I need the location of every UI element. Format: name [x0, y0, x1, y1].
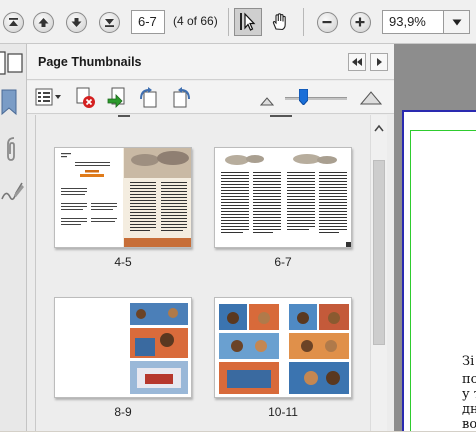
insert-pages-button[interactable] — [107, 87, 129, 109]
document-text-line: Зі — [462, 354, 475, 369]
expand-panel-button[interactable] — [370, 53, 388, 71]
thumbnail-size-slider[interactable] — [285, 97, 347, 100]
thumbnail-label: 4-5 — [114, 255, 132, 269]
zoom-out-button[interactable] — [314, 9, 340, 35]
last-page-button[interactable] — [96, 9, 122, 35]
zoom-in-button[interactable] — [347, 9, 373, 35]
select-tool-button[interactable] — [234, 8, 262, 36]
page-number-input[interactable]: 6-7 — [131, 10, 165, 34]
scroll-up-icon — [374, 124, 384, 132]
zoom-value-input[interactable]: 93,9% — [382, 10, 444, 34]
main-toolbar: 6-7 (4 of 66) 93,9% — [0, 0, 476, 44]
page-thumbnail[interactable] — [54, 297, 192, 398]
toolbar-divider — [303, 8, 304, 36]
zoom-dropdown-button[interactable] — [444, 10, 470, 34]
thumbnail-image-6-7 — [221, 154, 351, 247]
hand-tool-button[interactable] — [267, 9, 293, 35]
delete-pages-button[interactable] — [76, 87, 96, 109]
toolbar-divider — [228, 8, 229, 36]
scroll-up-button[interactable] — [374, 119, 384, 132]
thumbnail-smaller-button[interactable] — [259, 93, 275, 106]
thumbnail-label: 8-9 — [114, 405, 132, 419]
signatures-tab[interactable] — [0, 179, 26, 205]
previous-thumb-label-fragment — [118, 115, 130, 117]
last-page-icon — [98, 11, 120, 33]
document-text-line: во — [462, 417, 476, 432]
panel-title: Page Thumbnails — [38, 55, 142, 69]
previous-page-button[interactable] — [30, 9, 56, 35]
scroll-thumb[interactable] — [373, 160, 385, 345]
attachments-tab[interactable] — [0, 134, 26, 161]
delete-pages-icon — [76, 87, 95, 108]
zoom-in-icon — [349, 11, 371, 33]
attachment-icon — [7, 137, 15, 161]
zoom-out-icon — [316, 11, 338, 33]
slider-handle[interactable] — [298, 88, 309, 106]
document-text-line: у т — [462, 387, 476, 402]
thumbnail-image-10-11 — [219, 304, 349, 394]
collapse-panel-icon — [352, 58, 362, 66]
panel-header: Page Thumbnails — [27, 44, 394, 80]
page-count-label: (4 of 66) — [173, 14, 218, 28]
document-text-line: по — [462, 372, 476, 387]
select-tool-icon — [240, 12, 256, 31]
options-menu-button[interactable] — [35, 88, 63, 108]
thumbnail-list: 4-5 6-7 8-9 10-11 — [35, 115, 370, 431]
first-page-button[interactable] — [0, 9, 26, 35]
rotate-cw-button[interactable] — [170, 87, 192, 109]
first-page-icon — [2, 11, 24, 33]
next-page-button[interactable] — [63, 9, 89, 35]
collapse-panel-button[interactable] — [348, 53, 366, 71]
signature-icon — [1, 182, 24, 201]
page-thumbnail[interactable] — [54, 147, 192, 248]
options-menu-icon — [35, 88, 61, 106]
rotate-ccw-icon — [140, 87, 157, 108]
pages-icon — [0, 51, 23, 75]
document-text-line: дн — [462, 402, 476, 417]
zoom-small-icon — [259, 97, 275, 106]
thumbnail-tools — [27, 81, 394, 114]
page-thumbnail[interactable] — [214, 297, 352, 398]
zoom-large-icon — [359, 91, 383, 105]
thumbnail-image-4-5 — [61, 148, 191, 247]
previous-thumb-label-fragment — [270, 115, 292, 117]
zoom-dropdown-icon — [452, 19, 461, 25]
bookmarks-tab[interactable] — [0, 86, 26, 116]
expand-panel-icon — [377, 58, 382, 66]
thumbnail-image-8-9 — [130, 303, 188, 394]
thumbnail-larger-button[interactable] — [359, 89, 383, 105]
hand-tool-icon — [272, 13, 286, 31]
next-page-icon — [65, 11, 87, 33]
thumbnail-scrollbar[interactable] — [370, 115, 387, 431]
rotate-ccw-button[interactable] — [138, 87, 160, 109]
insert-pages-icon — [107, 87, 125, 108]
previous-page-icon — [32, 11, 54, 33]
thumbnail-label: 6-7 — [274, 255, 292, 269]
navigation-pane-strip — [0, 44, 27, 431]
rotate-cw-icon — [173, 87, 190, 108]
bookmark-icon — [1, 89, 17, 116]
page-thumbnail-selected[interactable] — [214, 147, 352, 248]
thumbnail-label: 10-11 — [268, 405, 298, 419]
pages-tab[interactable] — [0, 50, 26, 76]
